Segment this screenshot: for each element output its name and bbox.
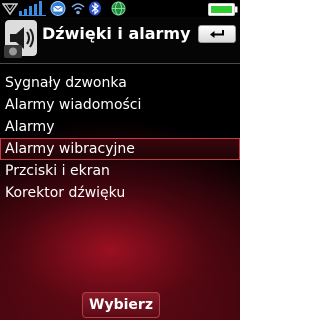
menu-item-alarms[interactable]: Alarmy	[0, 116, 240, 138]
header: Dźwięki i alarmy	[0, 17, 240, 63]
status-bar	[0, 0, 240, 17]
select-button[interactable]: Wybierz	[82, 292, 160, 318]
menu-item-keys-and-screen[interactable]: Przciski i ekran	[0, 160, 240, 182]
back-button[interactable]	[198, 25, 236, 43]
menu-item-sound-equalizer[interactable]: Korektor dźwięku	[0, 182, 240, 204]
menu-item-ringtones[interactable]: Sygnały dzwonka	[0, 72, 240, 94]
menu-list: Sygnały dzwonka Alarmy wiadomości Alarmy…	[0, 72, 240, 204]
page-title: Dźwięki i alarmy	[42, 24, 191, 43]
menu-item-message-alerts[interactable]: Alarmy wiadomości	[0, 94, 240, 116]
back-arrow-icon	[210, 30, 224, 38]
screen: Dźwięki i alarmy Sygnały dzwonka Alarmy …	[0, 0, 240, 320]
sounds-alerts-icon	[4, 19, 40, 63]
softkey-bar: Wybierz	[0, 289, 240, 320]
header-divider	[0, 63, 240, 64]
menu-item-vibrating-alerts[interactable]: Alarmy wibracyjne	[0, 138, 240, 160]
